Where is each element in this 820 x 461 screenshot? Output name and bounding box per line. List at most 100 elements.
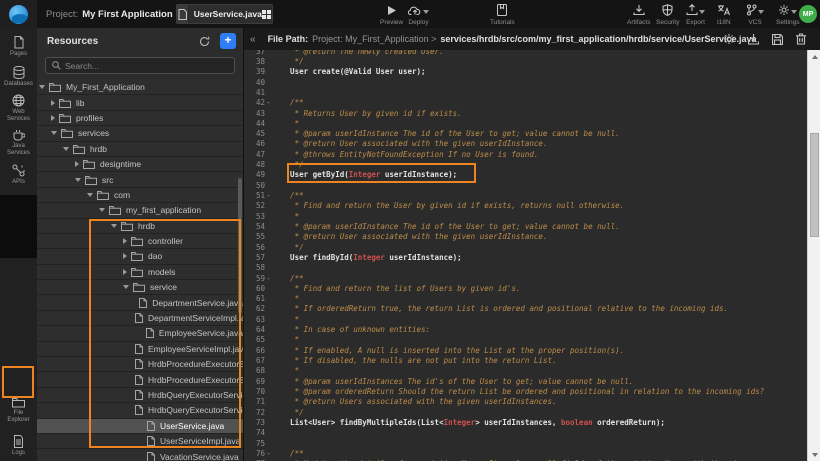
vcs-button[interactable]: VCS xyxy=(746,3,764,26)
caret-right-icon[interactable] xyxy=(51,115,55,121)
editor-scrollbar[interactable] xyxy=(807,50,820,461)
code-line-49[interactable]: 49 User getById(Integer userIdInstance); xyxy=(243,170,807,180)
editor-save-icon[interactable] xyxy=(772,34,783,45)
code-line-73[interactable]: 73 List<User> findByMultipleIds(List<Int… xyxy=(243,417,807,427)
tree-item-hrdbqueryexecutorserviceimpl-java[interactable]: HrdbQueryExecutorServiceImpl.java xyxy=(37,403,243,418)
code-line-58[interactable]: 58 xyxy=(243,263,807,273)
code-line-69[interactable]: 69 * @param userIdInstances The id's of … xyxy=(243,376,807,386)
fold-marker-icon[interactable]: - xyxy=(265,274,272,283)
artifacts-button[interactable]: Artifacts xyxy=(627,3,650,26)
tutorials-button[interactable]: Tutorials xyxy=(490,3,515,26)
caret-down-icon[interactable] xyxy=(123,285,129,289)
tree-item-service[interactable]: service xyxy=(37,280,243,295)
editor-delete-trash-icon[interactable] xyxy=(796,33,806,45)
code-line-52[interactable]: 52 * Find and return the User by given i… xyxy=(243,201,807,211)
deploy-button[interactable]: Deploy xyxy=(408,3,429,26)
code-line-47[interactable]: 47 * @throws EntityNotFoundException If … xyxy=(243,149,807,159)
editor-settings-gear-icon[interactable] xyxy=(723,33,735,45)
code-area[interactable]: 37 * @return The newly created User.38 *… xyxy=(243,50,807,461)
code-line-48[interactable]: 48 */ xyxy=(243,159,807,169)
code-line-46[interactable]: 46 * @return User associated with the gi… xyxy=(243,139,807,149)
editor-download-icon[interactable] xyxy=(748,33,759,45)
caret-right-icon[interactable] xyxy=(123,269,127,275)
tree-item-vacationservice-java[interactable]: VacationService.java xyxy=(37,449,243,461)
code-line-50[interactable]: 50 xyxy=(243,180,807,190)
tree-item-hrdbprocedureexecutorservice-java[interactable]: HrdbProcedureExecutorService.java xyxy=(37,357,243,372)
fold-marker-icon[interactable]: - xyxy=(265,449,272,458)
caret-right-icon[interactable] xyxy=(123,238,127,244)
export-button[interactable]: Export xyxy=(686,3,705,26)
caret-down-icon[interactable] xyxy=(87,193,93,197)
sidebar-item-logs[interactable]: Logs xyxy=(0,435,37,457)
code-line-53[interactable]: 53 * xyxy=(243,211,807,221)
caret-right-icon[interactable] xyxy=(123,253,127,259)
fold-marker-icon[interactable]: - xyxy=(265,98,272,107)
fold-marker-icon[interactable]: - xyxy=(265,191,272,200)
tree-item-hrdbqueryexecutorservice-java[interactable]: HrdbQueryExecutorService.java xyxy=(37,388,243,403)
tree-item-departmentserviceimpl-java[interactable]: DepartmentServiceImpl.java xyxy=(37,311,243,326)
sidebar-item-databases[interactable]: Databases xyxy=(0,66,37,88)
tree-item-profiles[interactable]: profiles xyxy=(37,111,243,126)
scrollbar-thumb[interactable] xyxy=(810,133,819,237)
security-button[interactable]: Security xyxy=(656,3,679,26)
code-line-59[interactable]: 59- /** xyxy=(243,273,807,283)
tree-item-com[interactable]: com xyxy=(37,188,243,203)
caret-down-icon[interactable] xyxy=(75,178,81,182)
tree-item-departmentservice-java[interactable]: DepartmentService.java xyxy=(37,295,243,310)
scroll-up-arrow-icon[interactable] xyxy=(808,50,820,63)
code-line-63[interactable]: 63 * xyxy=(243,314,807,324)
code-line-68[interactable]: 68 * xyxy=(243,366,807,376)
code-line-38[interactable]: 38 */ xyxy=(243,56,807,66)
refresh-icon[interactable] xyxy=(197,34,211,48)
code-line-65[interactable]: 65 * xyxy=(243,335,807,345)
sidebar-item-web-services[interactable]: Web Services xyxy=(0,94,37,123)
tree-item-my-first-application[interactable]: my_first_application xyxy=(37,203,243,218)
tree-item-designtime[interactable]: designtime xyxy=(37,157,243,172)
tree-item-hrdb[interactable]: hrdb xyxy=(37,219,243,234)
caret-down-icon[interactable] xyxy=(99,208,105,212)
search-input[interactable] xyxy=(65,61,215,71)
sidebar-item-apis[interactable]: APIs xyxy=(0,164,37,186)
code-line-54[interactable]: 54 * @param userIdInstance The id of the… xyxy=(243,221,807,231)
caret-down-icon[interactable] xyxy=(63,147,69,151)
app-logo-tile[interactable] xyxy=(0,0,37,28)
code-line-76[interactable]: 76- /** xyxy=(243,448,807,458)
tree-item-hrdb[interactable]: hrdb xyxy=(37,142,243,157)
code-line-44[interactable]: 44 * xyxy=(243,118,807,128)
tree-item-services[interactable]: services xyxy=(37,126,243,141)
code-line-43[interactable]: 43 * Returns User by given id if exists. xyxy=(243,108,807,118)
tree-item-my-first-application[interactable]: My_First_Application xyxy=(37,80,243,95)
collapse-panel-icon[interactable]: « xyxy=(250,34,256,45)
code-line-39[interactable]: 39 User create(@Valid User user); xyxy=(243,67,807,77)
code-line-40[interactable]: 40 xyxy=(243,77,807,87)
code-line-51[interactable]: 51- /** xyxy=(243,190,807,200)
tree-item-dao[interactable]: dao xyxy=(37,249,243,264)
code-line-61[interactable]: 61 * xyxy=(243,294,807,304)
tree-item-employeeservice-java[interactable]: EmployeeService.java xyxy=(37,326,243,341)
code-line-60[interactable]: 60 * Find and return the list of Users b… xyxy=(243,283,807,293)
tree-item-userservice-java[interactable]: UserService.java xyxy=(37,419,243,434)
tree-item-models[interactable]: models xyxy=(37,265,243,280)
caret-right-icon[interactable] xyxy=(51,100,55,106)
settings-button[interactable]: Settings xyxy=(776,3,800,26)
scroll-down-arrow-icon[interactable] xyxy=(808,448,820,461)
tree-item-hrdbprocedureexecutorserviceimpl-java[interactable]: HrdbProcedureExecutorServiceImpl.java xyxy=(37,372,243,387)
code-line-62[interactable]: 62 * If orderedReturn true, the return L… xyxy=(243,304,807,314)
user-avatar[interactable]: MP xyxy=(799,5,817,23)
i18n-button[interactable]: I18N xyxy=(717,3,731,26)
code-line-55[interactable]: 55 * @return User associated with the gi… xyxy=(243,232,807,242)
tree-item-controller[interactable]: controller xyxy=(37,234,243,249)
code-line-42[interactable]: 42- /** xyxy=(243,98,807,108)
code-line-72[interactable]: 72 */ xyxy=(243,407,807,417)
code-line-64[interactable]: 64 * In case of unknown entities: xyxy=(243,324,807,334)
caret-down-icon[interactable] xyxy=(111,224,117,228)
tree-item-src[interactable]: src xyxy=(37,172,243,187)
tree-item-employeeserviceimpl-java[interactable]: EmployeeServiceImpl.java xyxy=(37,342,243,357)
grid-icon[interactable] xyxy=(262,10,272,19)
code-line-75[interactable]: 75 xyxy=(243,438,807,448)
sidebar-item-file-explorer[interactable]: File Explorer xyxy=(0,397,37,424)
add-resource-button[interactable]: + xyxy=(220,33,236,49)
code-line-45[interactable]: 45 * @param userIdInstance The id of the… xyxy=(243,129,807,139)
code-line-70[interactable]: 70 * @param orderedReturn Should the ret… xyxy=(243,386,807,396)
caret-right-icon[interactable] xyxy=(75,161,79,167)
